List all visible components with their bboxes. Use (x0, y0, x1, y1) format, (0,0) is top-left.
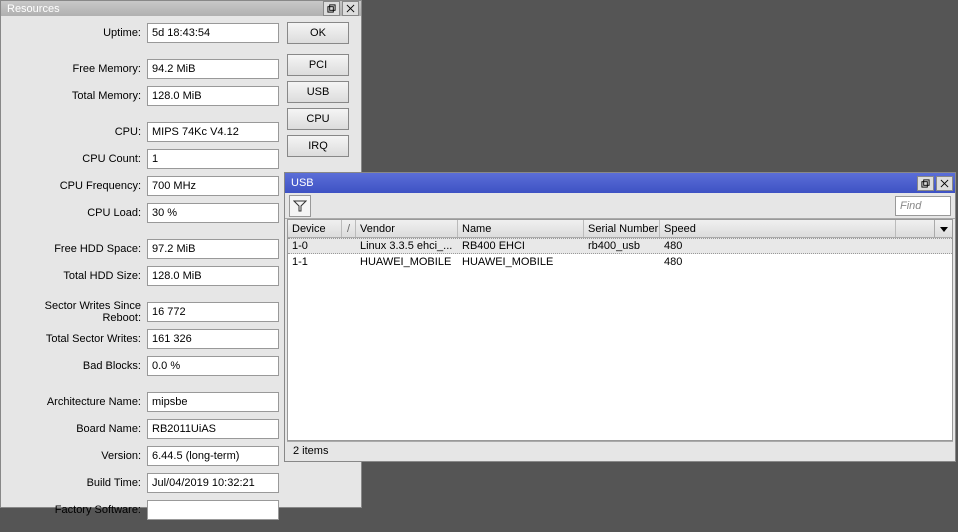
uptime-label: Uptime: (9, 27, 147, 39)
total-hdd-label: Total HDD Size: (9, 270, 147, 282)
find-input[interactable]: Find (895, 196, 951, 216)
total-memory-field[interactable]: 128.0 MiB (147, 86, 279, 106)
col-serial[interactable]: Serial Number (584, 220, 660, 237)
cpu-count-field[interactable]: 1 (147, 149, 279, 169)
sort-indicator-icon[interactable]: / (342, 220, 356, 237)
usb-title: USB (287, 177, 314, 189)
cpu-count-label: CPU Count: (9, 153, 147, 165)
cpu-load-field[interactable]: 30 % (147, 203, 279, 223)
version-field[interactable]: 6.44.5 (long-term) (147, 446, 279, 466)
ok-button[interactable]: OK (287, 22, 349, 44)
bad-blocks-label: Bad Blocks: (9, 360, 147, 372)
restore-icon[interactable] (917, 176, 934, 191)
bad-blocks-field[interactable]: 0.0 % (147, 356, 279, 376)
version-label: Version: (9, 450, 147, 462)
close-icon[interactable] (342, 1, 359, 16)
build-time-field[interactable]: Jul/04/2019 10:32:21 (147, 473, 279, 493)
architecture-label: Architecture Name: (9, 396, 147, 408)
resources-titlebar[interactable]: Resources (1, 1, 361, 16)
restore-icon[interactable] (323, 1, 340, 16)
col-vendor[interactable]: Vendor (356, 220, 458, 237)
sector-writes-reboot-field[interactable]: 16 772 (147, 302, 279, 322)
board-name-field[interactable]: RB2011UiAS (147, 419, 279, 439)
usb-window: USB Find Device / Vendor Name Serial Num… (284, 172, 956, 462)
total-sector-writes-field[interactable]: 161 326 (147, 329, 279, 349)
pci-button[interactable]: PCI (287, 54, 349, 76)
col-device[interactable]: Device (288, 220, 342, 237)
build-time-label: Build Time: (9, 477, 147, 489)
factory-software-label: Factory Software: (9, 504, 147, 516)
cpu-load-label: CPU Load: (9, 207, 147, 219)
table-row[interactable]: 1-0 Linux 3.3.5 ehci_... RB400 EHCI rb40… (288, 238, 952, 254)
cpu-frequency-label: CPU Frequency: (9, 180, 147, 192)
cpu-label: CPU: (9, 126, 147, 138)
close-icon[interactable] (936, 176, 953, 191)
cpu-frequency-field[interactable]: 700 MHz (147, 176, 279, 196)
irq-button[interactable]: IRQ (287, 135, 349, 157)
usb-toolbar: Find (285, 193, 955, 219)
uptime-field[interactable]: 5d 18:43:54 (147, 23, 279, 43)
table-header: Device / Vendor Name Serial Number Speed (288, 220, 952, 238)
usb-button[interactable]: USB (287, 81, 349, 103)
filter-icon[interactable] (289, 195, 311, 217)
board-name-label: Board Name: (9, 423, 147, 435)
cpu-field[interactable]: MIPS 74Kc V4.12 (147, 122, 279, 142)
col-speed[interactable]: Speed (660, 220, 896, 237)
total-sector-writes-label: Total Sector Writes: (9, 333, 147, 345)
factory-software-field[interactable] (147, 500, 279, 520)
usb-table: Device / Vendor Name Serial Number Speed… (287, 219, 953, 441)
total-hdd-field[interactable]: 128.0 MiB (147, 266, 279, 286)
resources-title: Resources (3, 3, 60, 15)
total-memory-label: Total Memory: (9, 90, 147, 102)
free-hdd-label: Free HDD Space: (9, 243, 147, 255)
columns-dropdown-icon[interactable] (934, 220, 952, 238)
cpu-button[interactable]: CPU (287, 108, 349, 130)
architecture-field[interactable]: mipsbe (147, 392, 279, 412)
free-memory-label: Free Memory: (9, 63, 147, 75)
table-row[interactable]: 1-1 HUAWEI_MOBILE HUAWEI_MOBILE 480 (288, 254, 952, 270)
free-hdd-field[interactable]: 97.2 MiB (147, 239, 279, 259)
sector-writes-reboot-label: Sector Writes Since Reboot: (9, 300, 147, 324)
free-memory-field[interactable]: 94.2 MiB (147, 59, 279, 79)
usb-statusbar: 2 items (287, 441, 953, 459)
usb-titlebar[interactable]: USB (285, 173, 955, 193)
col-name[interactable]: Name (458, 220, 584, 237)
